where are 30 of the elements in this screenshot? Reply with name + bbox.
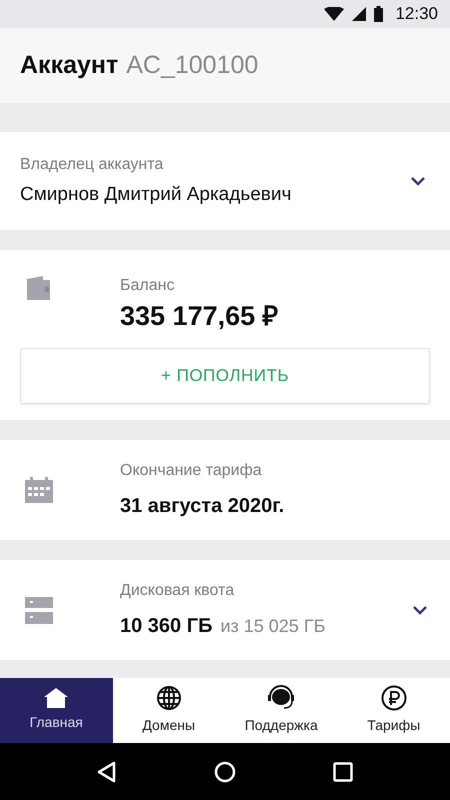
battery-icon (374, 6, 384, 22)
recents-icon[interactable] (333, 762, 354, 782)
signal-icon (352, 7, 366, 21)
calendar-icon (25, 477, 53, 503)
storage-icon (25, 596, 53, 624)
chevron-down-icon[interactable] (412, 605, 428, 615)
tariff-end-date: 31 августа 2020г. (120, 494, 284, 519)
wallet-icon (25, 274, 53, 302)
balance-amount: 335 177,65 ₽ (120, 302, 279, 332)
home-circle-icon[interactable] (214, 760, 236, 782)
ruble-icon (380, 685, 407, 711)
clock-time: 12:30 (395, 3, 438, 26)
balance-label: Баланс (120, 276, 176, 296)
account-id: AC_100100 (126, 50, 258, 81)
tariff-end-label: Окончание тарифа (120, 461, 263, 481)
quota-used: 10 360 ГБ (120, 614, 212, 639)
quota-total: из 15 025 ГБ (220, 615, 326, 638)
quota-label: Дисковая квота (120, 581, 236, 601)
owner-card[interactable]: Владелец аккаунта Смирнов Дмитрий Аркадьевич (0, 132, 450, 230)
quota-card[interactable]: Дисковая квота 10 360 ГБ из 15 025 ГБ (0, 560, 450, 660)
back-icon[interactable] (96, 760, 117, 782)
globe-icon (156, 685, 182, 711)
page-title: Аккаунт (20, 50, 118, 81)
nav-tab[interactable]: Главная (0, 678, 112, 743)
chevron-down-icon[interactable] (410, 176, 426, 186)
home-icon (44, 688, 68, 708)
owner-label: Владелец аккаунта (20, 154, 164, 175)
wifi-icon (324, 7, 344, 21)
support-icon (267, 685, 296, 711)
owner-name: Смирнов Дмитрий Аркадьевич (20, 182, 292, 207)
